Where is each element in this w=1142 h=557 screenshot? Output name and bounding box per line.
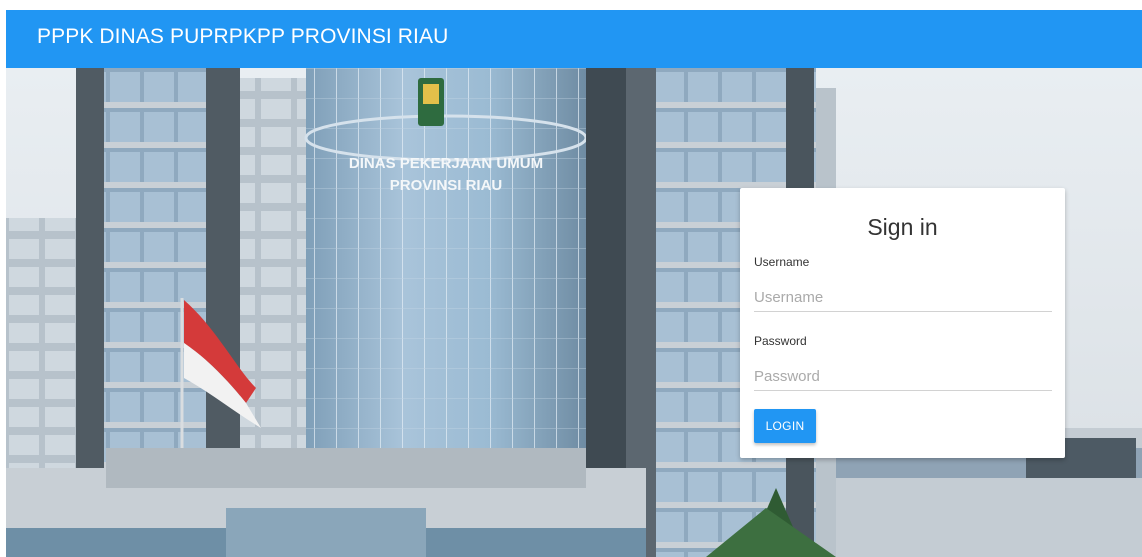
login-button[interactable]: LOGIN — [754, 409, 816, 443]
building-sign-line2: PROVINSI RIAU — [390, 177, 503, 194]
password-input[interactable] — [754, 362, 1052, 391]
username-label: Username — [754, 255, 810, 269]
login-card: Sign in Username Password LOGIN — [740, 188, 1065, 458]
page-frame: PPPK DINAS PUPRPKPP PROVINSI RIAU DINAS … — [6, 10, 1142, 557]
navbar-brand[interactable]: PPPK DINAS PUPRPKPP PROVINSI RIAU — [37, 25, 448, 49]
building-sign-line1: DINAS PEKERJAAN UMUM — [349, 155, 543, 172]
signin-title: Sign in — [867, 214, 938, 240]
top-navbar: PPPK DINAS PUPRPKPP PROVINSI RIAU — [6, 10, 1142, 68]
username-input[interactable] — [754, 283, 1052, 312]
password-label: Password — [754, 334, 807, 348]
